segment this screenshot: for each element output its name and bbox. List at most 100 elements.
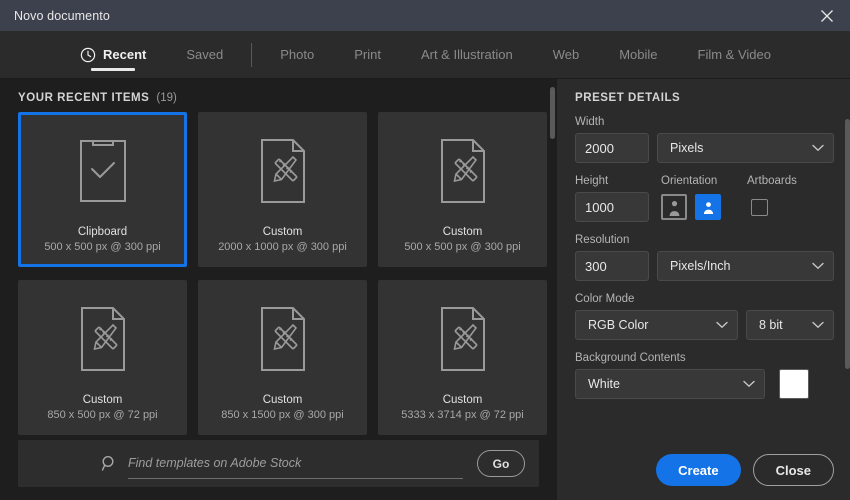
card-dimensions: 500 x 500 px @ 300 ppi — [404, 241, 521, 253]
recent-items-scrollbar[interactable] — [550, 87, 555, 430]
tab-web-label: Web — [552, 47, 580, 62]
card-dimensions: 5333 x 3714 px @ 72 ppi — [401, 409, 524, 421]
width-input[interactable] — [575, 133, 649, 163]
orientation-label: Orientation — [661, 175, 718, 187]
chevron-down-icon — [716, 321, 728, 329]
width-label: Width — [575, 116, 605, 128]
dialog-body: YOUR RECENT ITEMS (19) Clipboard 500 x 5… — [0, 79, 850, 500]
orientation-portrait-button[interactable] — [661, 194, 687, 220]
height-input[interactable] — [575, 192, 649, 222]
close-button[interactable] — [814, 3, 840, 29]
card-thumbnail — [381, 283, 544, 394]
background-contents-select[interactable]: White — [575, 369, 765, 399]
recent-items-scroll-area[interactable]: Clipboard 500 x 500 px @ 300 ppi Custom … — [0, 112, 557, 440]
resolution-row: Pixels/Inch — [575, 251, 834, 281]
recent-item-card[interactable]: Custom 2000 x 1000 px @ 300 ppi — [198, 112, 367, 267]
tab-web[interactable]: Web — [533, 31, 600, 78]
new-document-dialog: Novo documento Recent Saved Photo Print — [0, 0, 850, 500]
tab-print-label: Print — [354, 47, 381, 62]
card-dimensions: 850 x 1500 px @ 300 ppi — [221, 409, 344, 421]
bit-depth-value: 8 bit — [759, 318, 783, 332]
chevron-down-icon — [812, 262, 824, 270]
document-pencil-ruler-icon — [440, 306, 485, 371]
card-dimensions: 2000 x 1000 px @ 300 ppi — [218, 241, 347, 253]
background-color-swatch[interactable] — [779, 369, 809, 399]
tab-mobile[interactable]: Mobile — [599, 31, 677, 78]
height-label: Height — [575, 175, 609, 187]
search-field — [128, 449, 463, 479]
orientation-landscape-button[interactable] — [695, 194, 721, 220]
preset-details-title: PRESET DETAILS — [575, 92, 681, 104]
close-dialog-button[interactable]: Close — [752, 454, 834, 486]
preset-panel-scrollbar[interactable] — [845, 101, 850, 438]
color-mode-label: Color Mode — [575, 293, 635, 305]
resolution-unit-select[interactable]: Pixels/Inch — [657, 251, 834, 281]
chevron-down-icon — [812, 144, 824, 152]
tab-photo[interactable]: Photo — [260, 31, 334, 78]
background-contents-value: White — [588, 377, 620, 391]
recent-items-grid: Clipboard 500 x 500 px @ 300 ppi Custom … — [18, 112, 547, 435]
card-thumbnail — [21, 115, 184, 226]
bit-depth-select[interactable]: 8 bit — [746, 310, 834, 340]
height-orientation-artboards-labels: Height Orientation Artboards — [575, 175, 834, 192]
height-orientation-artboards-group: Height Orientation Artboards — [575, 175, 834, 222]
card-title: Custom — [262, 394, 303, 406]
height-orientation-artboards-controls — [575, 192, 834, 222]
preset-panel-scrollbar-thumb[interactable] — [845, 119, 850, 369]
card-title: Custom — [442, 226, 483, 238]
tab-recent[interactable]: Recent — [60, 31, 166, 78]
chevron-down-icon — [743, 380, 755, 388]
recent-items-count: (19) — [156, 92, 177, 104]
portrait-icon — [669, 200, 679, 216]
width-unit-select[interactable]: Pixels — [657, 133, 834, 163]
tab-art-illustration[interactable]: Art & Illustration — [401, 31, 533, 78]
tab-mobile-label: Mobile — [619, 47, 658, 62]
color-mode-row: RGB Color 8 bit — [575, 310, 834, 340]
window-title: Novo documento — [14, 8, 110, 23]
tab-separator — [251, 43, 253, 67]
resolution-input[interactable] — [575, 251, 649, 281]
card-thumbnail — [201, 283, 364, 394]
artboards-label: Artboards — [747, 175, 797, 187]
color-mode-group: Color Mode RGB Color 8 bit — [575, 293, 834, 340]
title-bar: Novo documento — [0, 0, 850, 31]
width-row: Pixels — [575, 133, 834, 163]
tab-saved[interactable]: Saved — [166, 31, 243, 78]
tab-art-illustration-label: Art & Illustration — [420, 47, 513, 62]
resolution-group: Resolution Pixels/Inch — [575, 234, 834, 281]
resolution-unit-value: Pixels/Inch — [670, 259, 731, 273]
recent-items-title: YOUR RECENT ITEMS — [18, 92, 150, 104]
recent-item-card[interactable]: Custom 850 x 1500 px @ 300 ppi — [198, 280, 367, 435]
color-mode-select[interactable]: RGB Color — [575, 310, 738, 340]
recent-items-scrollbar-thumb[interactable] — [550, 87, 555, 139]
document-pencil-ruler-icon — [440, 138, 485, 203]
tab-recent-label: Recent — [103, 47, 147, 62]
clipboard-check-icon — [79, 139, 126, 202]
landscape-icon — [703, 201, 713, 214]
search-input[interactable] — [128, 456, 463, 470]
close-icon — [821, 9, 833, 22]
search-icon — [101, 455, 114, 471]
artboards-checkbox[interactable] — [751, 198, 768, 216]
background-contents-row: White — [575, 369, 834, 399]
recent-item-card[interactable]: Custom 500 x 500 px @ 300 ppi — [378, 112, 547, 267]
card-dimensions: 850 x 500 px @ 72 ppi — [47, 409, 158, 421]
recent-items-panel: YOUR RECENT ITEMS (19) Clipboard 500 x 5… — [0, 79, 557, 500]
tab-film-video-label: Film & Video — [697, 47, 771, 62]
tab-active-indicator — [91, 68, 136, 71]
tab-print[interactable]: Print — [334, 31, 401, 78]
tab-saved-label: Saved — [186, 47, 224, 62]
search-icon-box — [18, 455, 128, 472]
card-thumbnail — [21, 283, 184, 394]
card-thumbnail — [381, 115, 544, 226]
card-title: Clipboard — [77, 226, 128, 238]
create-button[interactable]: Create — [656, 454, 741, 486]
recent-item-card[interactable]: Custom 5333 x 3714 px @ 72 ppi — [378, 280, 547, 435]
search-go-button[interactable]: Go — [477, 450, 525, 477]
category-tab-bar: Recent Saved Photo Print Art & Illustrat… — [0, 31, 850, 79]
tab-film-video[interactable]: Film & Video — [678, 31, 791, 78]
recent-item-card[interactable]: Clipboard 500 x 500 px @ 300 ppi — [18, 112, 187, 267]
recent-item-card[interactable]: Custom 850 x 500 px @ 72 ppi — [18, 280, 187, 435]
resolution-label: Resolution — [575, 234, 630, 246]
dialog-actions: Create Close — [656, 454, 834, 486]
